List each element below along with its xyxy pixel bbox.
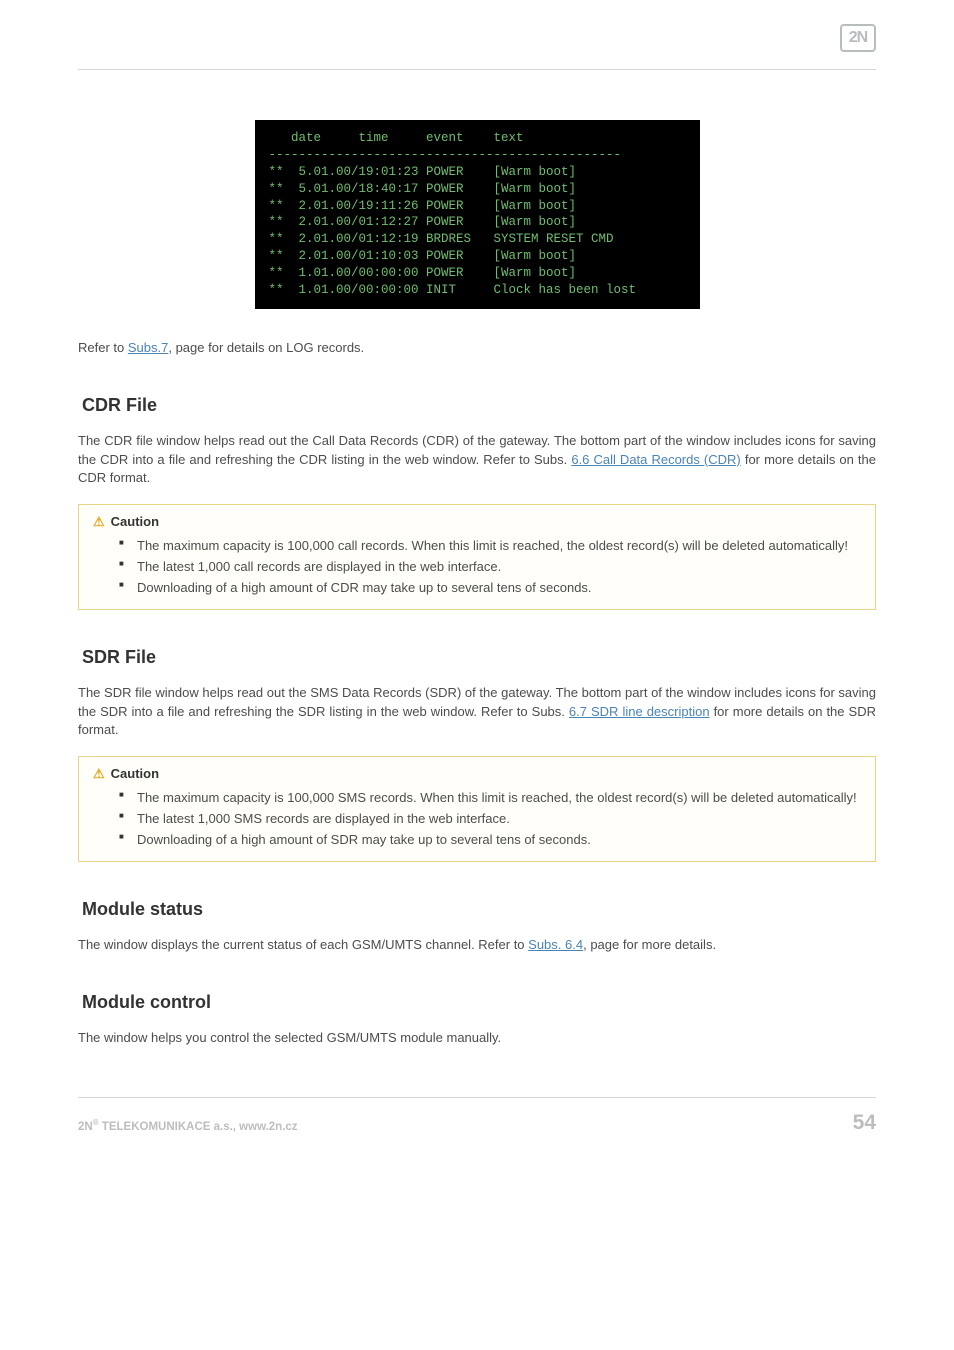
log-terminal-output: date time event text -------------------… (255, 120, 700, 309)
cdr-caution-list: The maximum capacity is 100,000 call rec… (93, 536, 861, 599)
cdr-para-link[interactable]: 6.6 Call Data Records (CDR) (571, 452, 740, 467)
cdr-caution-title: Caution (111, 514, 159, 529)
heading-cdr-file: CDR File (82, 392, 876, 418)
module-status-link[interactable]: Subs. 6.4 (528, 937, 583, 952)
sdr-caution-list: The maximum capacity is 100,000 SMS reco… (93, 788, 861, 851)
list-item: The maximum capacity is 100,000 SMS reco… (137, 788, 861, 809)
module-status-post: , page for more details. (583, 937, 716, 952)
intro-pre: Refer to (78, 340, 128, 355)
intro-paragraph: Refer to Subs.7, page for details on LOG… (78, 339, 876, 358)
cdr-caution-box: ⚠ Caution The maximum capacity is 100,000… (78, 504, 876, 609)
footer-company: 2N® TELEKOMUNIKACE a.s., www.2n.cz (78, 1117, 298, 1136)
brand-logo: 2N (840, 24, 876, 52)
intro-link[interactable]: Subs.7 (128, 340, 168, 355)
heading-sdr-file: SDR File (82, 644, 876, 670)
module-status-paragraph: The window displays the current status o… (78, 936, 876, 955)
list-item: Downloading of a high amount of CDR may … (137, 578, 861, 599)
heading-module-control: Module control (82, 989, 876, 1015)
brand-logo-text: 2N (849, 26, 867, 49)
warning-icon: ⚠ (93, 514, 105, 529)
module-status-pre: The window displays the current status o… (78, 937, 528, 952)
warning-icon: ⚠ (93, 766, 105, 781)
sdr-para-link[interactable]: 6.7 SDR line description (569, 704, 710, 719)
cdr-paragraph: The CDR file window helps read out the C… (78, 432, 876, 489)
sdr-caution-box: ⚠ Caution The maximum capacity is 100,000… (78, 756, 876, 861)
heading-module-status: Module status (82, 896, 876, 922)
page-header: 2N (78, 30, 876, 70)
page-footer: 2N® TELEKOMUNIKACE a.s., www.2n.cz 54 (78, 1097, 876, 1138)
sdr-caution-title: Caution (111, 766, 159, 781)
module-control-paragraph: The window helps you control the selecte… (78, 1029, 876, 1048)
footer-page-number: 54 (853, 1108, 876, 1138)
intro-post: , page for details on LOG records. (168, 340, 364, 355)
footer-company-post: TELEKOMUNIKACE a.s., www.2n.cz (99, 1120, 298, 1132)
list-item: The latest 1,000 SMS records are display… (137, 809, 861, 830)
list-item: Downloading of a high amount of SDR may … (137, 830, 861, 851)
sdr-paragraph: The SDR file window helps read out the S… (78, 684, 876, 741)
list-item: The maximum capacity is 100,000 call rec… (137, 536, 861, 557)
sdr-caution-title-row: ⚠ Caution (93, 765, 861, 784)
footer-company-pre: 2N (78, 1120, 93, 1132)
cdr-caution-title-row: ⚠ Caution (93, 513, 861, 532)
list-item: The latest 1,000 call records are displa… (137, 557, 861, 578)
